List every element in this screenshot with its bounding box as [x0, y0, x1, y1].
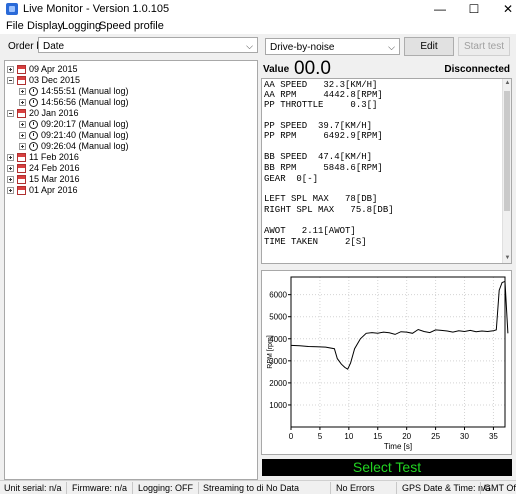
- expand-icon[interactable]: [19, 121, 26, 128]
- connection-status: Disconnected: [444, 64, 510, 75]
- order-by-row: Order by Date ⌵: [4, 37, 258, 57]
- window-title: Live Monitor - Version 1.0.105: [23, 3, 170, 15]
- x-tick-label: 30: [460, 432, 469, 441]
- status-separator: [330, 482, 331, 494]
- y-tick-label: 6000: [269, 291, 287, 300]
- menu-logging[interactable]: Logging: [62, 20, 101, 32]
- readout-panel: AA SPEED 32.3[KM/H] AA RPM 4442.8[RPM] P…: [261, 78, 512, 264]
- readout-line: PP THROTTLE 0.3[]: [264, 100, 378, 110]
- order-by-value: Date: [43, 41, 65, 52]
- collapse-icon[interactable]: [7, 110, 14, 117]
- readout-line: RIGHT SPL MAX 75.8[DB]: [264, 205, 394, 215]
- status-separator: [396, 482, 397, 494]
- expand-icon[interactable]: [19, 143, 26, 150]
- collapse-icon[interactable]: [7, 77, 14, 84]
- close-button[interactable]: ✕: [491, 0, 516, 18]
- x-tick-label: 10: [344, 432, 353, 441]
- readout-line: GEAR 0[-]: [264, 174, 319, 184]
- chevron-down-icon: ⌵: [388, 42, 395, 52]
- clock-icon: [29, 87, 38, 96]
- expand-icon[interactable]: [7, 66, 14, 73]
- y-tick-label: 2000: [269, 379, 287, 388]
- clock-icon: [29, 142, 38, 151]
- expand-icon[interactable]: [19, 88, 26, 95]
- start-test-button[interactable]: Start test: [458, 37, 510, 56]
- status-separator: [132, 482, 133, 494]
- status-separator: [198, 482, 199, 494]
- status-gps: GPS Date & Time: n/a: [402, 483, 491, 493]
- readout-line: LEFT SPL MAX 78[DB]: [264, 194, 378, 204]
- status-no-data: No Data: [266, 483, 300, 493]
- order-by-select[interactable]: Date ⌵: [38, 37, 258, 53]
- expand-icon[interactable]: [7, 165, 14, 172]
- status-gmt: GMT Offset: [484, 483, 516, 493]
- x-tick-label: 15: [373, 432, 382, 441]
- title-bar: Live Monitor - Version 1.0.105 — ☐ ✕: [0, 0, 516, 18]
- x-axis-label: Time [s]: [384, 442, 412, 451]
- readout-line: AA SPEED 32.3[KM/H]: [264, 80, 378, 90]
- status-separator: [480, 482, 481, 494]
- rpm-chart-panel: 0 5 10 15 20 25 30 35 1000 2000 3000 4000 5000 6000 Ti…: [261, 270, 512, 455]
- readout-line: PP SPEED 39.7[KM/H]: [264, 121, 373, 131]
- calendar-icon: [17, 175, 26, 184]
- readout-line: AWOT 2.11[AWOT]: [264, 226, 356, 236]
- minimize-button[interactable]: —: [423, 0, 457, 18]
- expand-icon[interactable]: [7, 154, 14, 161]
- chevron-down-icon: ⌵: [246, 41, 253, 51]
- expand-icon[interactable]: [19, 99, 26, 106]
- expand-icon[interactable]: [7, 187, 14, 194]
- y-tick-label: 5000: [269, 313, 287, 322]
- scroll-down-icon[interactable]: ▼: [503, 254, 511, 263]
- calendar-icon: [17, 164, 26, 173]
- readout-line: BB RPM 5848.6[RPM]: [264, 163, 383, 173]
- x-tick-label: 5: [318, 432, 323, 441]
- status-logging: Logging: OFF: [138, 483, 194, 493]
- profile-select-value: Drive-by-noise: [270, 42, 335, 53]
- value-label: Value: [263, 64, 290, 75]
- y-tick-label: 1000: [269, 401, 287, 410]
- maximize-button[interactable]: ☐: [457, 0, 491, 18]
- status-firmware: Firmware: n/a: [72, 483, 128, 493]
- clock-icon: [29, 120, 38, 129]
- plot-frame: [290, 276, 506, 428]
- scroll-up-icon[interactable]: ▲: [503, 79, 511, 88]
- status-separator: [66, 482, 67, 494]
- status-no-errors: No Errors: [336, 483, 375, 493]
- select-test-banner: Select Test: [262, 459, 512, 476]
- edit-button[interactable]: Edit: [404, 37, 454, 56]
- status-bar: Unit serial: n/a Firmware: n/a Logging: …: [0, 480, 516, 494]
- readout-line: BB SPEED 47.4[KM/H]: [264, 152, 373, 162]
- readout-scrollbar[interactable]: ▲ ▼: [502, 79, 511, 263]
- calendar-icon: [17, 153, 26, 162]
- log-tree[interactable]: 09 Apr 2015 03 Dec 2015 14:55:51 (Manual…: [4, 60, 258, 480]
- readout-line: PP RPM 6492.9[RPM]: [264, 131, 383, 141]
- value-display: 00.0: [294, 58, 331, 79]
- calendar-icon: [17, 76, 26, 85]
- status-unit-serial: Unit serial: n/a: [4, 483, 62, 493]
- menu-display[interactable]: Display: [27, 20, 63, 32]
- clock-icon: [29, 131, 38, 140]
- scroll-thumb[interactable]: [504, 91, 510, 211]
- y-axis-label: RPM [rpm]: [267, 335, 274, 369]
- profile-select[interactable]: Drive-by-noise ⌵: [265, 38, 400, 55]
- expand-icon[interactable]: [19, 132, 26, 139]
- rpm-chart: 0 5 10 15 20 25 30 35100020003000400050006000Ti…: [267, 276, 509, 451]
- expand-icon[interactable]: [7, 176, 14, 183]
- status-streaming: Streaming to disk: OFF: [203, 483, 263, 493]
- menu-file[interactable]: File: [6, 20, 24, 32]
- clock-icon: [29, 98, 38, 107]
- x-tick-label: 25: [431, 432, 440, 441]
- menu-speed-profile[interactable]: Speed profile: [99, 20, 164, 32]
- x-tick-label: 0: [289, 432, 294, 441]
- x-tick-label: 35: [489, 432, 498, 441]
- x-tick-label: 20: [402, 432, 411, 441]
- app-icon: [6, 3, 18, 15]
- readout-line: AA RPM 4442.8[RPM]: [264, 90, 383, 100]
- menu-bar: File Display Logging Speed profile: [0, 18, 516, 34]
- calendar-icon: [17, 109, 26, 118]
- calendar-icon: [17, 65, 26, 74]
- readout-line: TIME TAKEN 2[S]: [264, 237, 367, 247]
- calendar-icon: [17, 186, 26, 195]
